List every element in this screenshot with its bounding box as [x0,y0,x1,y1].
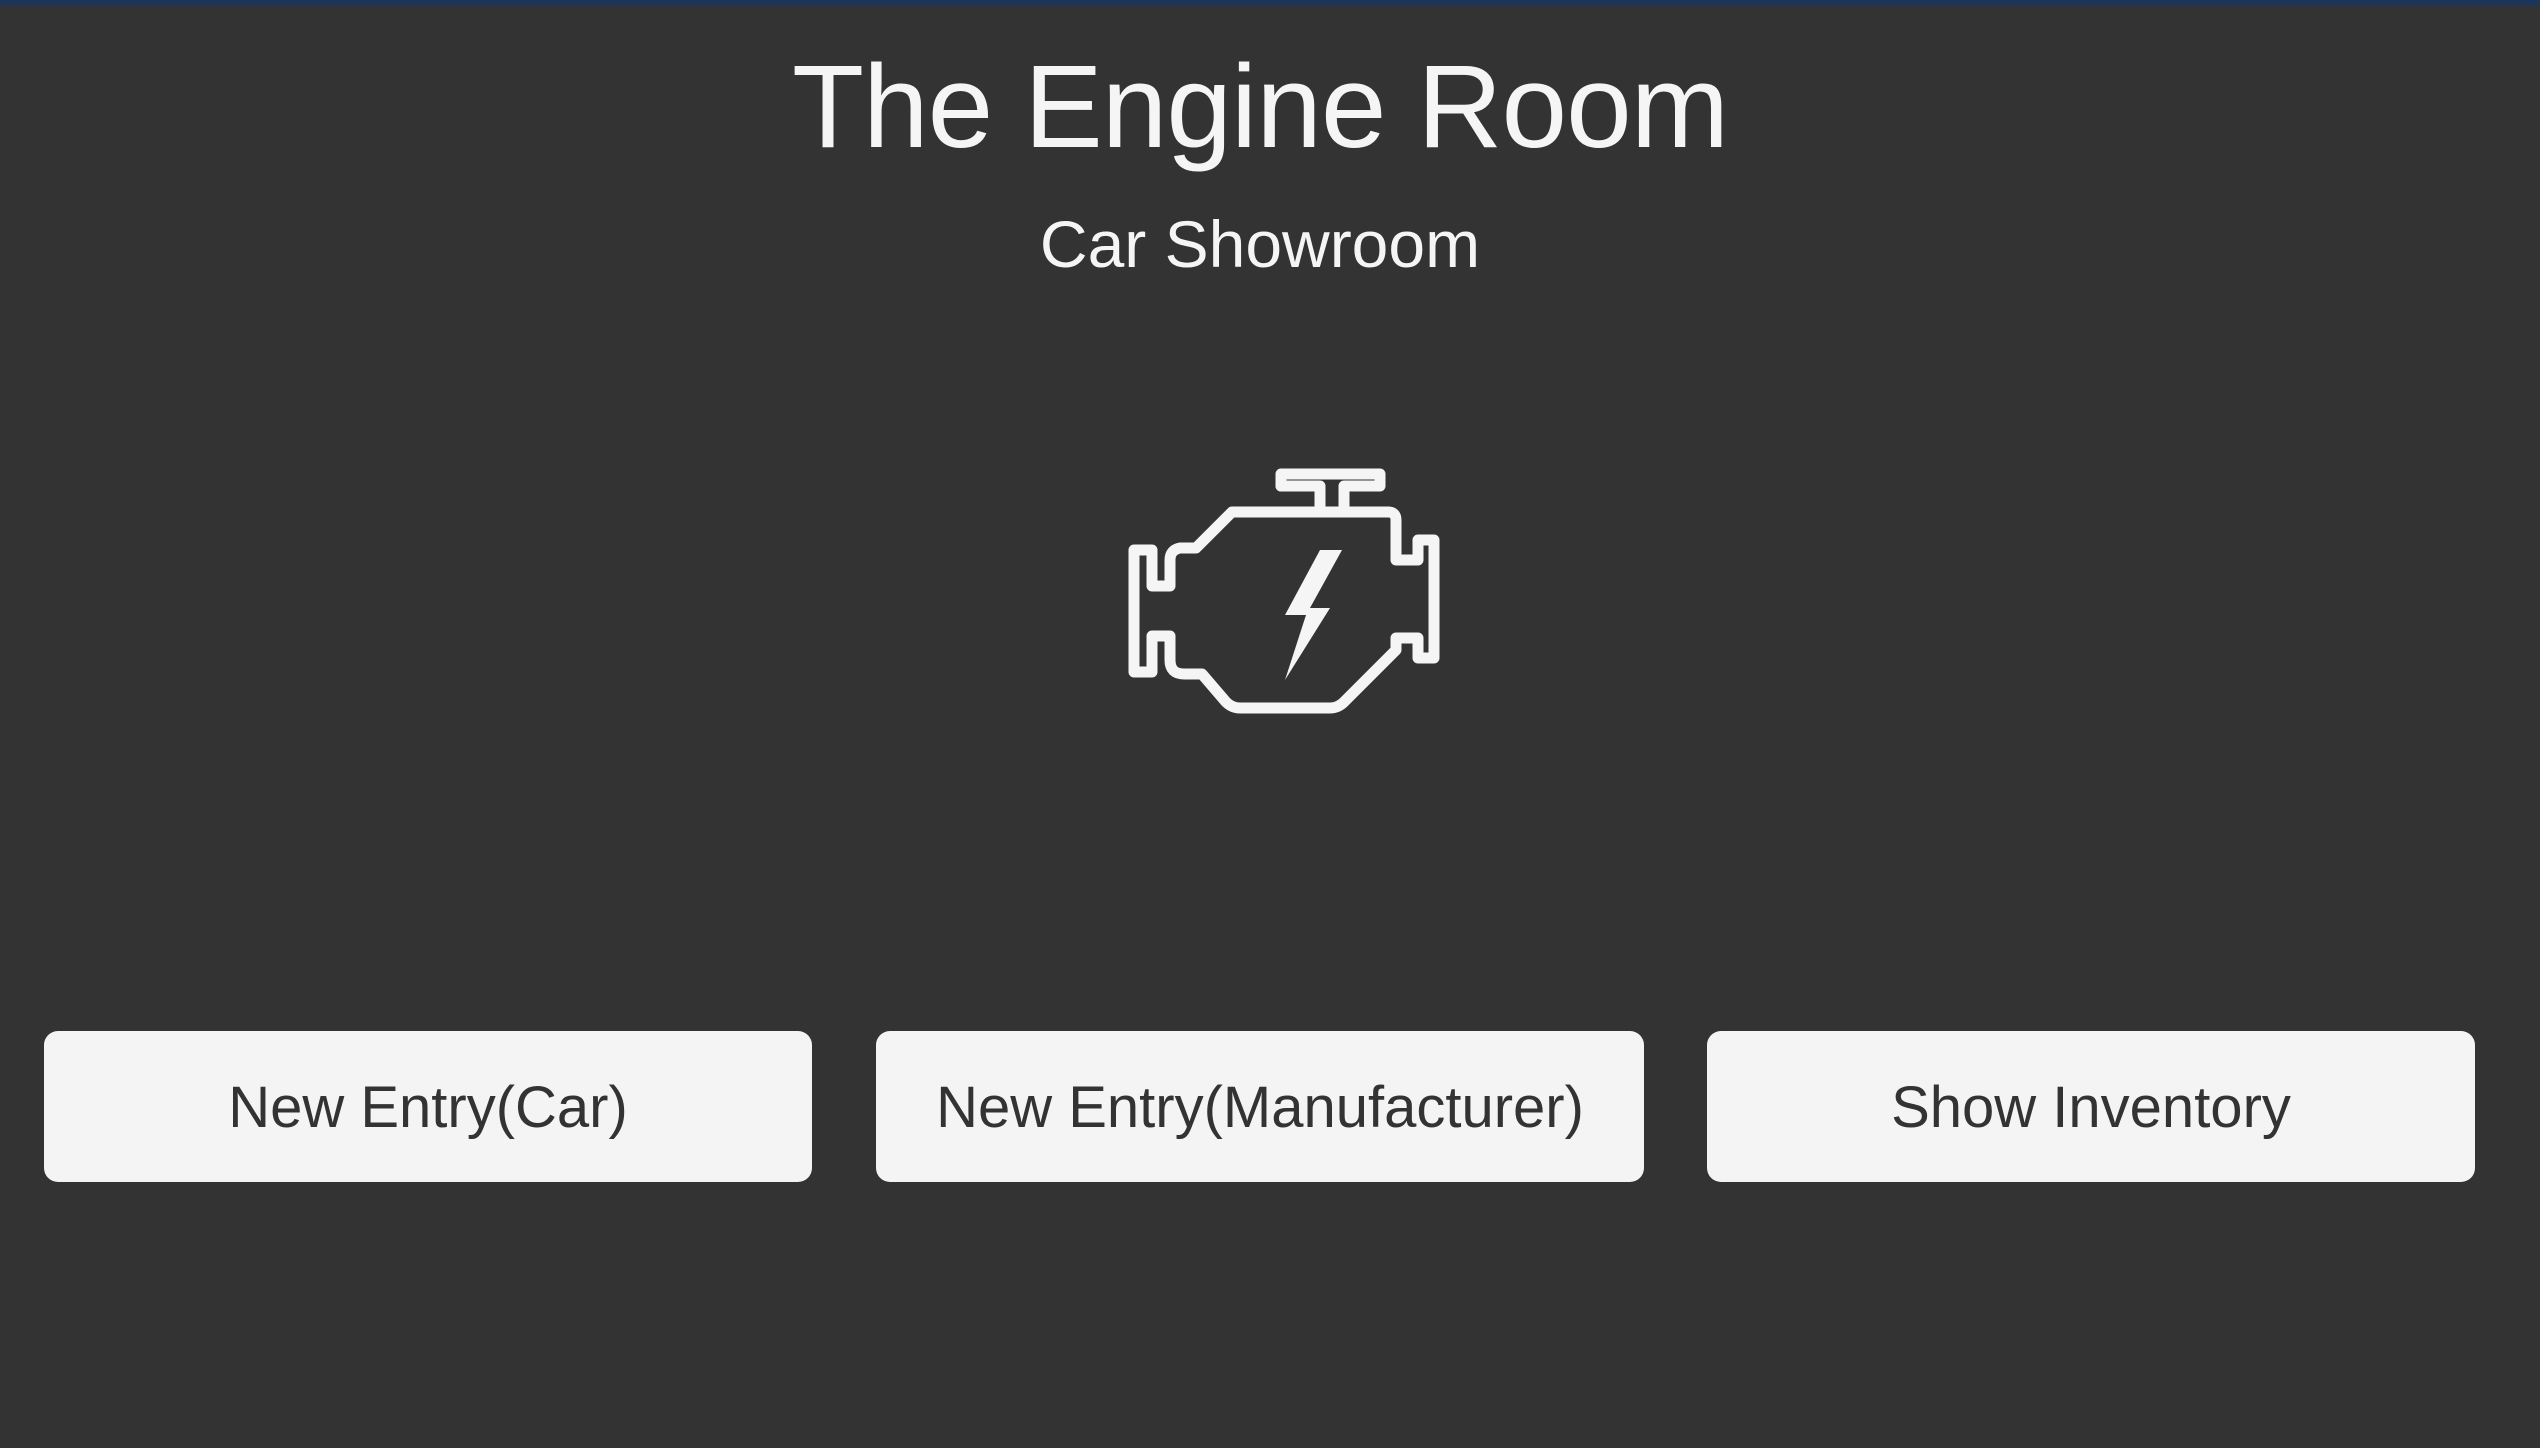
new-car-entry-button[interactable]: New Entry(Car) [44,1031,812,1182]
engine-check-icon [1128,468,1440,714]
page-title: The Engine Room [791,41,1729,173]
show-inventory-button[interactable]: Show Inventory [1707,1031,2475,1182]
new-manufacturer-entry-button[interactable]: New Entry(Manufacturer) [876,1031,1644,1182]
page-subtitle: Car Showroom [1039,207,1481,281]
top-accent-bar [0,0,2540,6]
